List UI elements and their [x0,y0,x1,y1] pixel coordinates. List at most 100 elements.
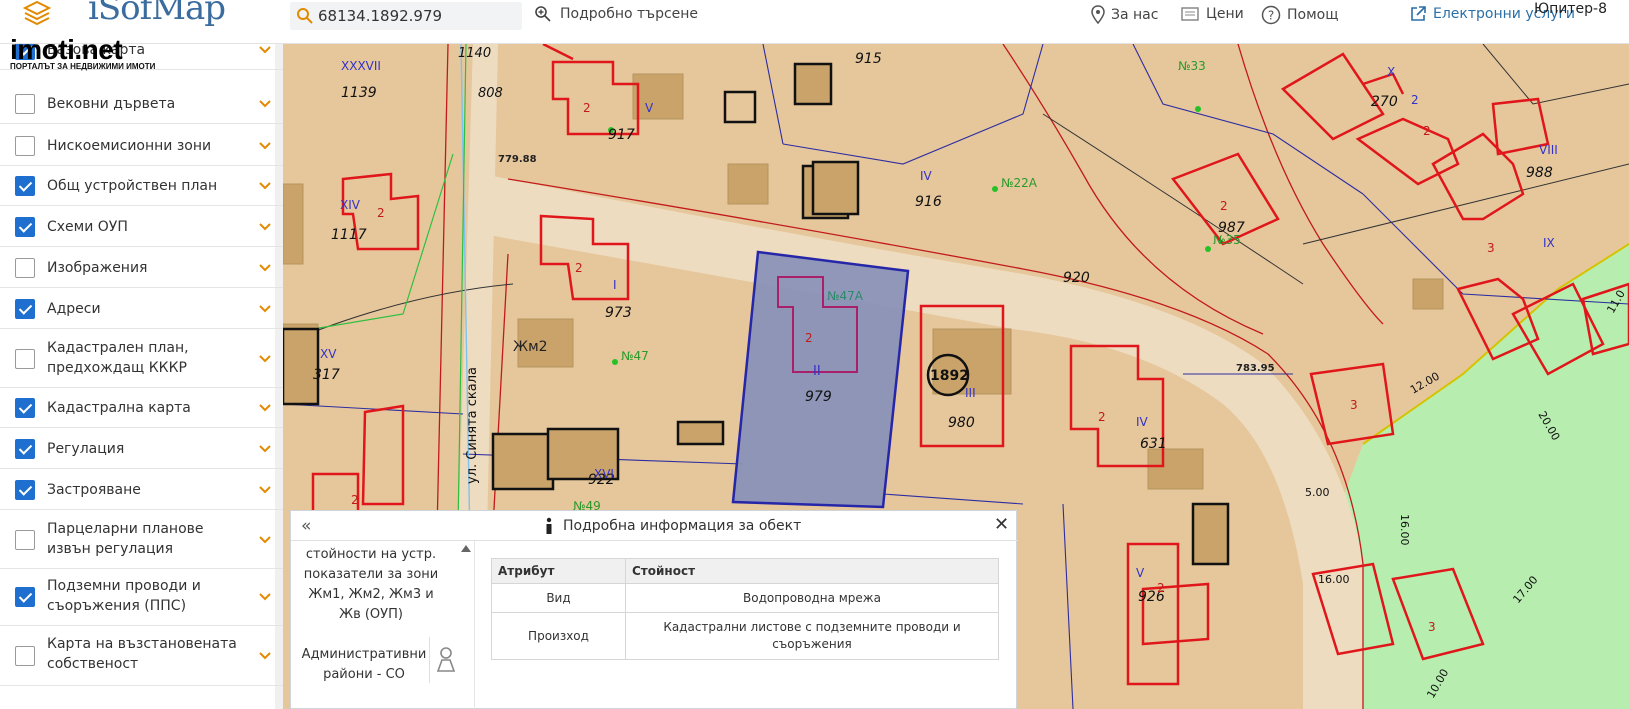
layer-checkbox[interactable] [15,258,35,278]
layer-item[interactable]: Кадастрален план, предхождащ КККР [0,330,283,388]
zone-label: Жм2 [513,339,548,355]
parcel-number-label: 317 [313,367,340,383]
layer-checkbox[interactable] [15,480,35,500]
svg-text:3: 3 [1350,398,1358,412]
svg-text:2: 2 [1423,124,1431,138]
svg-text:X: X [1387,65,1395,79]
layer-label: Подземни проводи и съоръжения (ППС) [47,578,201,614]
layer-label: Вековни дървета [47,96,176,112]
layer-label: Адреси [47,301,101,317]
table-header-row: Атрибут Стойност [491,558,999,584]
address-label: №47 [621,349,649,363]
address-label: №22А [1001,176,1038,190]
layer-checkbox[interactable] [15,299,35,319]
chevron-down-icon[interactable] [258,485,272,495]
street-name-label: ул. Синята скала [465,367,480,484]
layer-item[interactable]: Подземни проводи и съоръжения (ППС) [0,568,283,626]
svg-text:2: 2 [351,493,359,507]
object-info-panel: « Подробна информация за обект ✕ стойнос… [290,510,1018,709]
close-panel-button[interactable]: ✕ [994,514,1009,535]
chevron-down-icon[interactable] [258,403,272,413]
user-label: Юпитер-8 [1534,1,1607,17]
app-root: { "brand": {"logo_text": "iSofMap"}, "wa… [0,0,1629,709]
chevron-down-icon[interactable] [258,99,272,109]
prices-link[interactable]: Цени [1180,5,1244,23]
layer-label: Изображения [47,260,148,276]
layer-checkbox[interactable] [15,94,35,114]
layer-item[interactable]: Вековни дървета [0,84,283,124]
parcel-number-label: 973 [605,305,632,321]
layer-checkbox[interactable] [15,349,35,369]
brand-logo[interactable]: iSofMap [88,0,226,28]
svg-text:XIV: XIV [340,198,361,212]
search-input[interactable] [318,5,518,27]
advanced-search-label: Подробно търсене [560,6,699,22]
address-label: №33 [1178,59,1206,73]
layer-item[interactable]: Карта на възстановената собственост [0,626,283,686]
dimension-label: 16.00 [1398,514,1411,546]
layer-label: Нискоемисионни зони [47,138,212,154]
layer-checkbox[interactable] [15,217,35,237]
layer-checkbox[interactable] [15,136,35,156]
parcel-number-label: 920 [1063,270,1090,286]
advanced-search-link[interactable]: Подробно търсене [534,5,698,23]
svg-text:2: 2 [1098,410,1106,424]
layer-item[interactable]: Нискоемисионни зони [0,126,283,166]
chevron-down-icon[interactable] [258,354,272,364]
search-icon [297,8,313,24]
search-box[interactable] [290,2,522,30]
svg-text:XV: XV [320,347,337,361]
dimension-label: 16.00 [1318,573,1350,586]
layers-logo-icon [22,0,52,26]
svg-text:XXXVII: XXXVII [341,59,381,73]
value-cell: Водопроводна мрежа [625,583,999,613]
svg-text:IV: IV [1136,415,1149,429]
help-label: Помощ [1287,7,1339,23]
layer-result-item[interactable]: Административни райони - СО [297,645,431,685]
location-icon[interactable] [429,637,459,683]
attribute-cell: Вид [491,583,626,613]
dimension-label: 5.00 [1305,486,1330,499]
chevron-down-icon[interactable] [258,181,272,191]
layer-checkbox[interactable] [15,439,35,459]
layer-item[interactable]: Схеми ОУП [0,207,283,247]
watermark-site: imoti.net [10,34,123,65]
chevron-down-icon[interactable] [258,535,272,545]
svg-text:III: III [965,386,976,400]
chevron-down-icon[interactable] [258,263,272,273]
layer-checkbox[interactable] [15,530,35,550]
chevron-down-icon[interactable] [258,651,272,661]
layer-checkbox[interactable] [15,646,35,666]
collapse-panel-button[interactable]: « [301,516,311,536]
about-link[interactable]: За нас [1091,5,1158,25]
layer-checkbox[interactable] [15,398,35,418]
parcel-number-label: 631 [1140,436,1167,452]
layer-item[interactable]: Застрояване [0,470,283,510]
layer-item[interactable]: Парцеларни планове извън регулация [0,511,283,569]
layer-result-list: стойности на устр. показатели за зони Жм… [291,541,475,709]
layer-result-item[interactable]: стойности на устр. показатели за зони Жм… [297,545,445,625]
layer-checkbox[interactable] [15,587,35,607]
chevron-down-icon[interactable] [258,45,272,55]
chevron-down-icon[interactable] [258,444,272,454]
layer-item[interactable]: Регулация [0,429,283,469]
layer-label: Парцеларни планове извън регулация [47,521,204,557]
scroll-up-arrow-icon[interactable] [461,545,471,552]
attribute-table: Атрибут Стойност Вид Водопроводна мрежа … [491,558,999,660]
selected-parcel-979[interactable] [731,250,910,509]
chevron-down-icon[interactable] [258,592,272,602]
chevron-down-icon[interactable] [258,222,272,232]
chevron-down-icon[interactable] [258,304,272,314]
value-cell: Кадастрални листове с подземните проводи… [625,612,999,660]
chevron-down-icon[interactable] [258,141,272,151]
parcel-number-label: 916 [915,194,942,210]
layer-checkbox[interactable] [15,176,35,196]
layer-item[interactable]: Изображения [0,248,283,288]
svg-text:2: 2 [575,261,583,275]
layer-item[interactable]: Адреси [0,289,283,329]
layer-item[interactable]: Кадастрална карта [0,388,283,428]
external-link-icon [1411,6,1426,21]
layer-item[interactable]: Общ устройствен план [0,166,283,206]
help-link[interactable]: ? Помощ [1261,5,1338,25]
parcel-number-label: 270 [1371,94,1398,110]
